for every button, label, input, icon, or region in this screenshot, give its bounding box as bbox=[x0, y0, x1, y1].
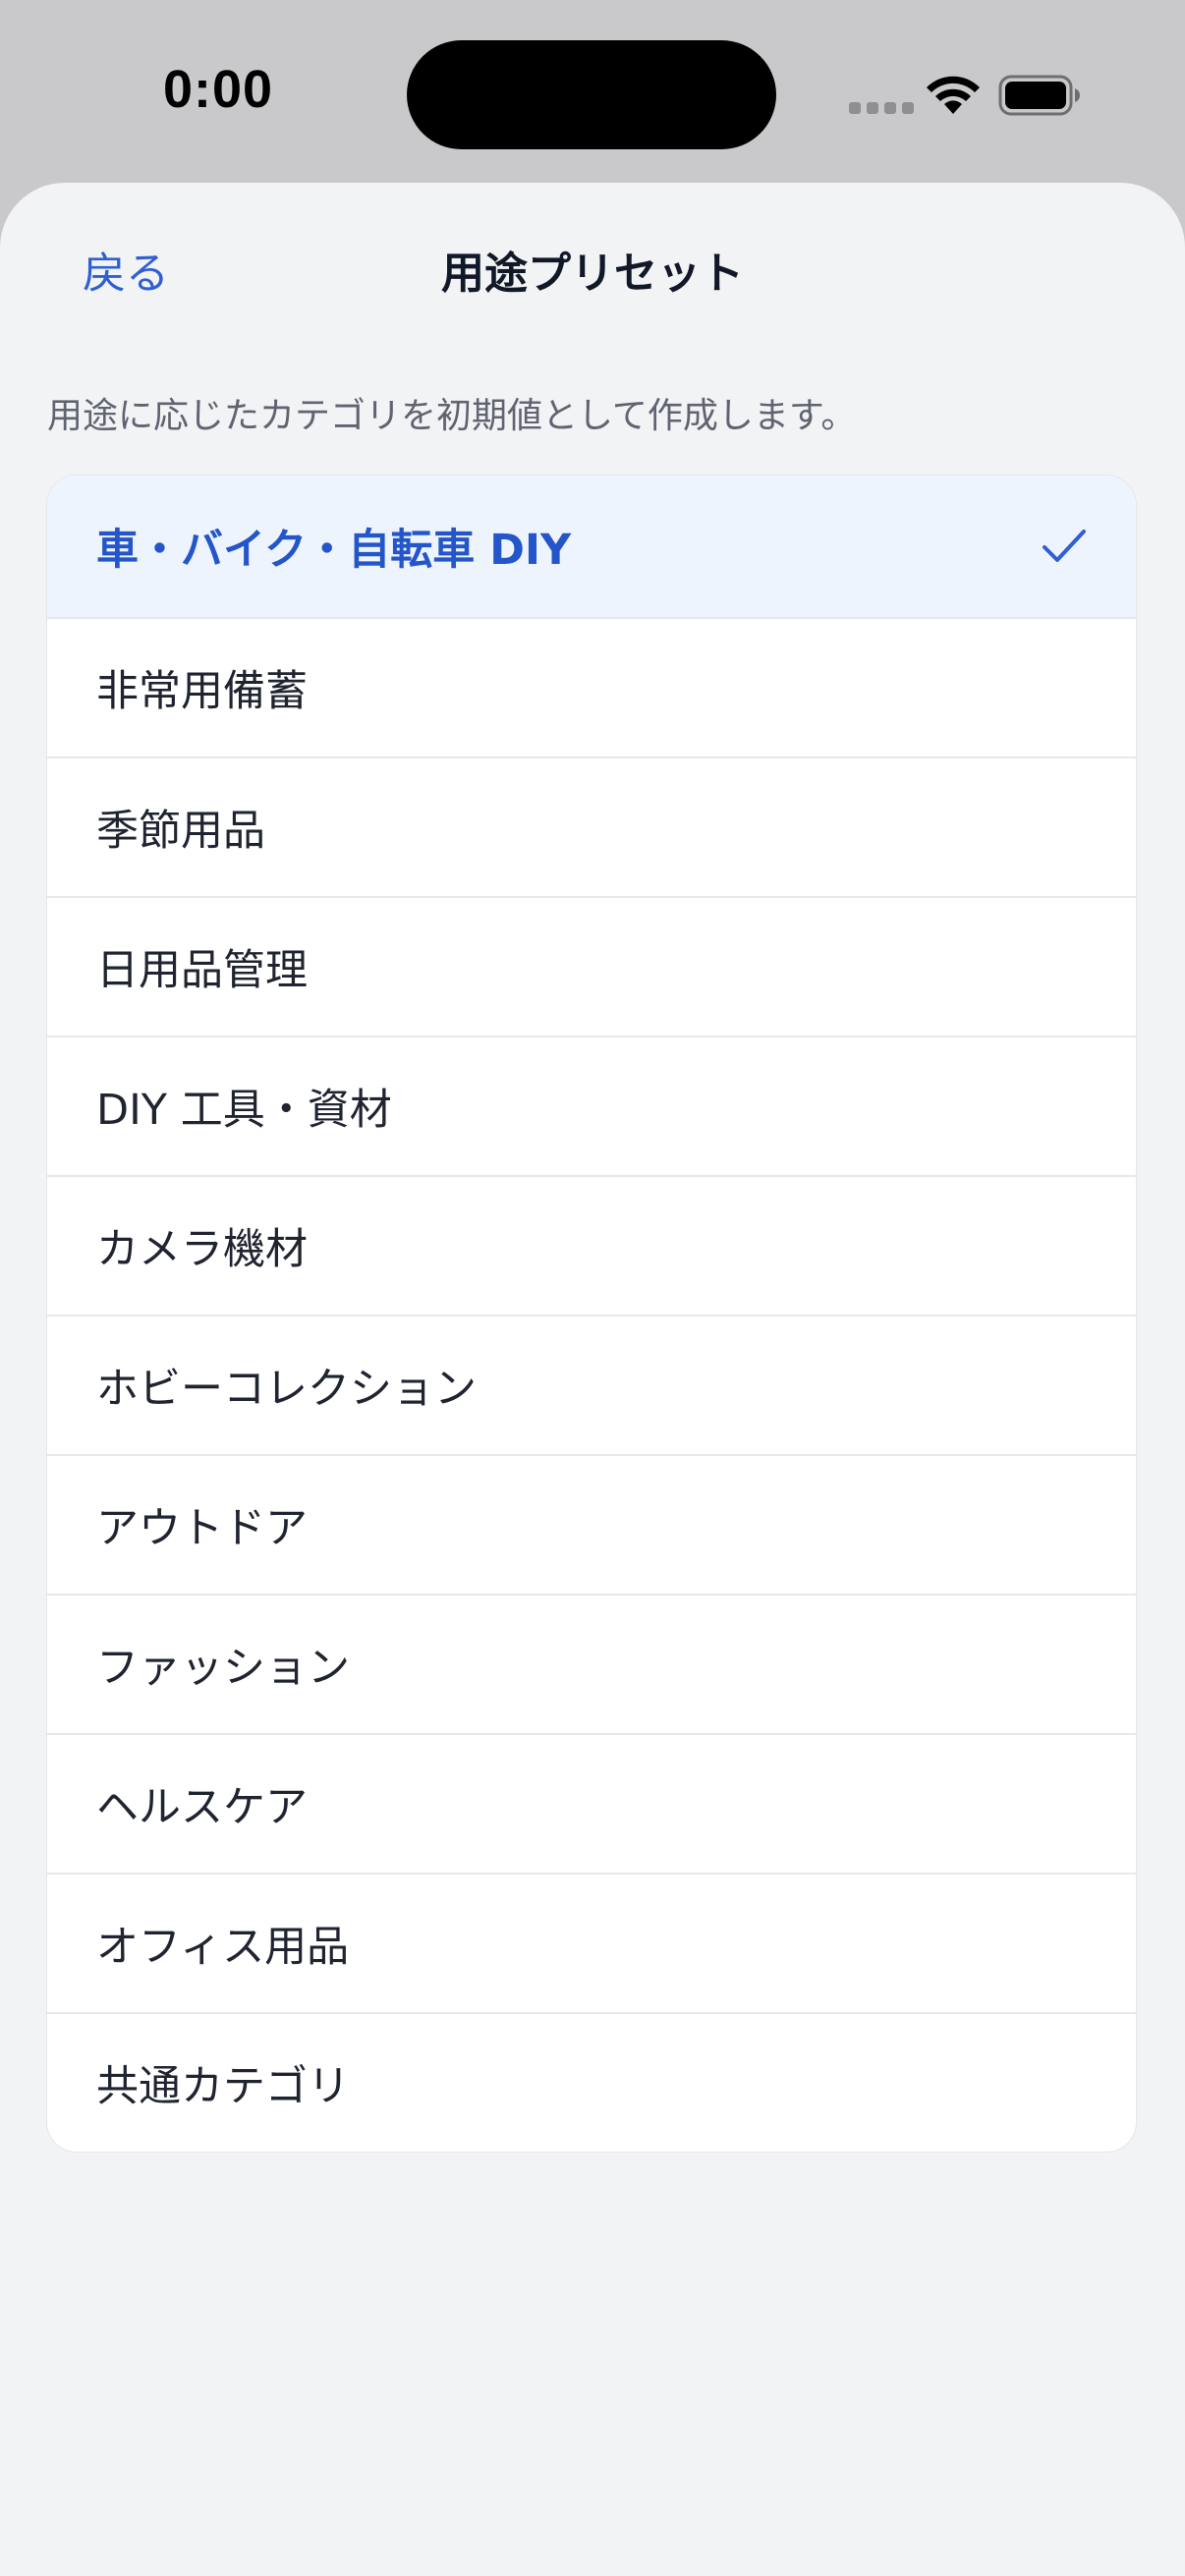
preset-item-label: ホビーコレクション bbox=[96, 1365, 477, 1414]
preset-item-label: 車・バイク・自転車 DIY bbox=[96, 526, 572, 575]
preset-item-camera-gear[interactable]: カメラ機材 bbox=[47, 1175, 1136, 1315]
preset-item-daily-goods[interactable]: 日用品管理 bbox=[47, 896, 1136, 1036]
navigation-bar: 戻る 用途プリセット bbox=[0, 183, 1185, 348]
page-title: 用途プリセット bbox=[441, 249, 744, 299]
preset-item-label: ファッション bbox=[96, 1644, 350, 1693]
cellular-signal-icon bbox=[849, 102, 914, 114]
dynamic-island bbox=[407, 40, 776, 149]
battery-icon bbox=[998, 75, 1080, 116]
preset-item-label: ヘルスケア bbox=[96, 1783, 308, 1832]
preset-item-office-supplies[interactable]: オフィス用品 bbox=[47, 1873, 1136, 2012]
preset-item-label: オフィス用品 bbox=[96, 1923, 350, 1972]
preset-item-label: カメラ機材 bbox=[96, 1225, 308, 1274]
preset-item-label: DIY 工具・資材 bbox=[96, 1086, 392, 1135]
description-text: 用途に応じたカテゴリを初期値として作成します。 bbox=[47, 396, 857, 436]
preset-item-diy-tools[interactable]: DIY 工具・資材 bbox=[47, 1036, 1136, 1175]
wifi-icon bbox=[927, 76, 980, 114]
preset-item-label: 非常用備蓄 bbox=[96, 667, 308, 716]
preset-sheet: 戻る 用途プリセット 用途に応じたカテゴリを初期値として作成します。 車・バイク… bbox=[0, 183, 1185, 2576]
preset-item-label: 日用品管理 bbox=[96, 946, 308, 995]
preset-list: 車・バイク・自転車 DIY 非常用備蓄 季節用品 日用品管理 DIY 工具・資材… bbox=[47, 476, 1136, 2152]
preset-item-seasonal-goods[interactable]: 季節用品 bbox=[47, 756, 1136, 896]
checkmark-icon bbox=[1043, 530, 1086, 562]
preset-item-hobby-collection[interactable]: ホビーコレクション bbox=[47, 1315, 1136, 1454]
preset-item-emergency-stock[interactable]: 非常用備蓄 bbox=[47, 617, 1136, 756]
preset-item-label: アウトドア bbox=[96, 1504, 308, 1553]
preset-item-fashion[interactable]: ファッション bbox=[47, 1594, 1136, 1733]
status-time: 0:00 bbox=[162, 60, 274, 119]
preset-item-healthcare[interactable]: ヘルスケア bbox=[47, 1733, 1136, 1873]
preset-item-outdoor[interactable]: アウトドア bbox=[47, 1454, 1136, 1594]
status-bar: 0:00 bbox=[0, 0, 1185, 183]
preset-item-label: 共通カテゴリ bbox=[96, 2062, 350, 2111]
preset-item-car-bike-diy[interactable]: 車・バイク・自転車 DIY bbox=[47, 476, 1136, 617]
preset-item-common-categories[interactable]: 共通カテゴリ bbox=[47, 2012, 1136, 2152]
preset-item-label: 季節用品 bbox=[96, 807, 265, 856]
